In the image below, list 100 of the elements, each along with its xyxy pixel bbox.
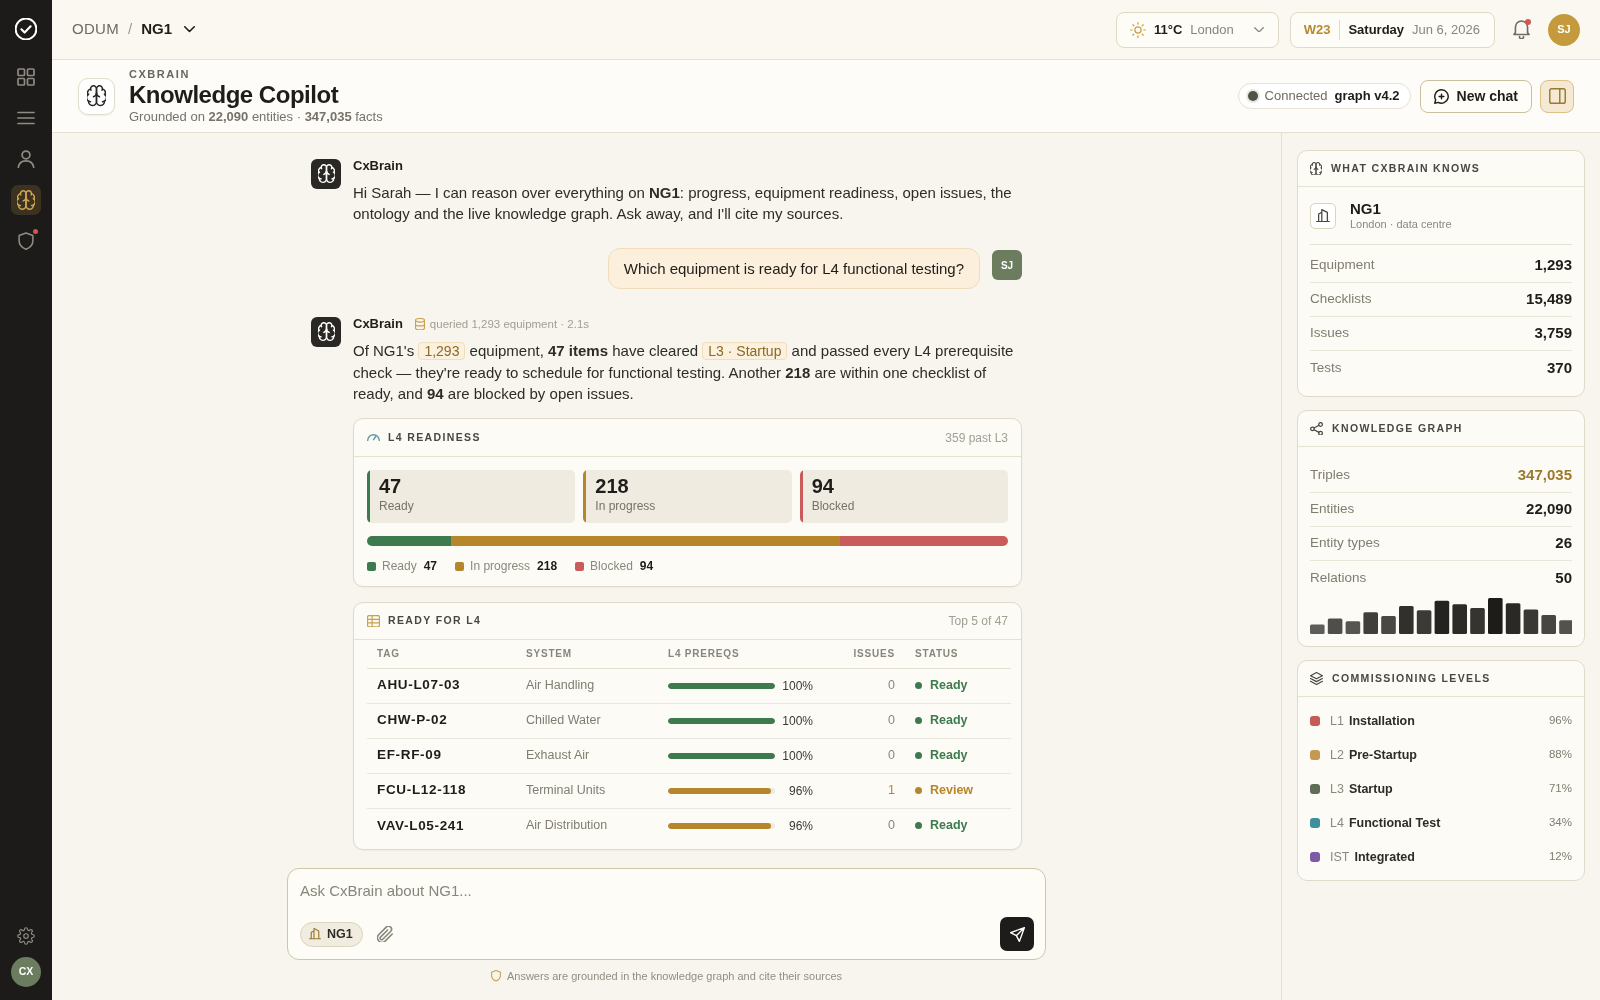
status-dot-icon xyxy=(915,717,922,724)
legend-label: In progress xyxy=(470,559,531,573)
chat-plus-icon xyxy=(1433,88,1449,104)
table-cell: Air Distribution xyxy=(516,808,658,843)
status-text: Ready xyxy=(930,712,968,730)
new-chat-button[interactable]: New chat xyxy=(1419,79,1532,113)
status-text: Ready xyxy=(930,677,968,695)
column-header: STATUS xyxy=(905,640,1011,668)
stat-label: Tests xyxy=(1310,358,1342,377)
brain-icon xyxy=(311,159,341,189)
status-dot-icon xyxy=(915,822,922,830)
level-name: Pre-Startup xyxy=(1348,746,1417,764)
message-input[interactable]: Ask CxBrain about NG1... xyxy=(300,879,1034,903)
sun-icon xyxy=(1129,21,1146,38)
brain-icon xyxy=(1310,161,1322,176)
scope-chip[interactable]: NG1 xyxy=(300,921,363,947)
stat-label: In progress xyxy=(595,499,656,513)
citation-chip[interactable]: 1,293 xyxy=(418,342,466,360)
level-percent: 96% xyxy=(1548,713,1572,729)
card-title: READY FOR L4 xyxy=(388,613,482,629)
layers-icon xyxy=(1310,672,1323,685)
building-icon xyxy=(309,928,321,940)
composer-box[interactable]: Ask CxBrain about NG1... NG1 xyxy=(287,868,1046,960)
stat-value: 15,489 xyxy=(1526,289,1572,310)
share-icon xyxy=(1310,421,1323,436)
card-title: WHAT CXBRAIN KNOWS xyxy=(1331,160,1481,176)
project-dropdown[interactable]: NG1 xyxy=(141,18,196,41)
panel-layout-icon xyxy=(1548,88,1566,104)
brain-icon xyxy=(311,317,341,347)
page-subtitle: Grounded on 22,090 entities · 347,035 facts xyxy=(129,108,383,125)
bell-icon xyxy=(1513,19,1530,40)
table-cell: 0 xyxy=(828,808,905,843)
table-cell: AHU-L07-03 xyxy=(367,668,516,703)
table-cell: FCU-L12-118 xyxy=(367,773,516,808)
database-icon xyxy=(414,317,425,331)
table-cell: Exhaust Air xyxy=(516,738,658,773)
table-cell: Air Handling xyxy=(516,668,658,703)
column-header: L4 PREREQS xyxy=(658,640,828,668)
panel-toggle-button[interactable] xyxy=(1540,79,1574,113)
table-cell-text: 100% xyxy=(781,712,813,730)
table-cell: CHW-P-02 xyxy=(367,703,516,738)
person-icon xyxy=(17,150,35,168)
chevron-down-icon xyxy=(184,26,196,33)
notifications-button[interactable] xyxy=(1513,19,1530,40)
stat-value: 370 xyxy=(1546,357,1572,378)
level-percent: 34% xyxy=(1548,815,1572,831)
list-icon xyxy=(17,109,35,127)
column-header: TAG xyxy=(367,640,516,668)
card-note: Top 5 of 47 xyxy=(948,613,1008,630)
level-code: L2 xyxy=(1330,746,1344,764)
citation-chip[interactable]: L3 · Startup xyxy=(702,342,788,360)
breadcrumb-link[interactable]: ODUM xyxy=(72,18,120,41)
message-author: CxBrain xyxy=(353,159,403,173)
page-eyebrow: CXBRAIN xyxy=(129,67,191,81)
stat-value: 94 xyxy=(811,475,835,497)
grid-icon xyxy=(17,68,35,86)
send-button[interactable] xyxy=(1000,917,1034,951)
table-cell: Terminal Units xyxy=(516,773,658,808)
stat-label: Blocked xyxy=(811,499,855,513)
stat-value: 47 xyxy=(379,475,403,497)
date-button[interactable]: W23 Saturday Jun 6, 2026 xyxy=(1289,11,1495,48)
user-message: Which equipment is ready for L4 functional testing? xyxy=(607,248,980,289)
stat-label: Triples xyxy=(1310,466,1350,485)
site-name: NG1 xyxy=(1350,200,1382,217)
stat-value: 218 xyxy=(595,475,630,497)
level-percent: 88% xyxy=(1548,747,1572,763)
legend-label: Ready xyxy=(382,559,417,573)
user-avatar: SJ xyxy=(992,250,1022,280)
weather-button[interactable]: 11°C London xyxy=(1115,11,1279,48)
shield-icon xyxy=(17,232,35,250)
sidebar-nav-item[interactable] xyxy=(11,185,41,215)
level-code: L4 xyxy=(1330,814,1344,832)
stat-label: Entity types xyxy=(1310,534,1380,553)
legend-value: 218 xyxy=(537,559,558,573)
table-cell: 0 xyxy=(828,738,905,773)
table-cell: Chilled Water xyxy=(516,703,658,738)
level-code: L1 xyxy=(1330,712,1344,730)
stat-value: 347,035 xyxy=(1517,465,1572,486)
level-name: Functional Test xyxy=(1348,814,1441,832)
query-meta: queried 1,293 equipment · 2.1s xyxy=(429,317,590,331)
message-text: Hi Sarah — I can reason over everything on NG1: progress, equipment readiness, open issues, the ontology and the live knowledge graph. Ask away, and I'll cite my sources. xyxy=(353,183,1013,224)
level-name: Installation xyxy=(1348,712,1415,730)
stat-value: 22,090 xyxy=(1526,499,1572,520)
legend-label: Blocked xyxy=(590,559,633,573)
table-cell-text: 96% xyxy=(787,817,813,835)
attach-button[interactable] xyxy=(376,925,393,943)
message-text: Of NG1's 1,293 equipment, 47 items have cleared L3 · Startup and passed every L4 prerequisite check — they're ready to schedule for functional testing. Another 218 are within one checklist of ready, and 94 are blocked by open issues. xyxy=(353,341,1015,404)
page-title: Knowledge Copilot xyxy=(129,80,340,109)
chevron-down-icon xyxy=(1253,26,1264,33)
brain-icon xyxy=(78,77,115,115)
table-cell: EF-RF-09 xyxy=(367,738,516,773)
table-cell: 0 xyxy=(828,703,905,738)
table-cell-text: 100% xyxy=(781,747,813,765)
building-icon xyxy=(1310,202,1336,229)
table-cell: 1 xyxy=(828,773,905,808)
stat-value: 50 xyxy=(1555,567,1572,588)
level-name: Integrated xyxy=(1354,848,1415,866)
table-cell: 0 xyxy=(828,668,905,703)
stat-value: 1,293 xyxy=(1534,255,1572,276)
user-avatar[interactable]: CX xyxy=(11,957,41,987)
